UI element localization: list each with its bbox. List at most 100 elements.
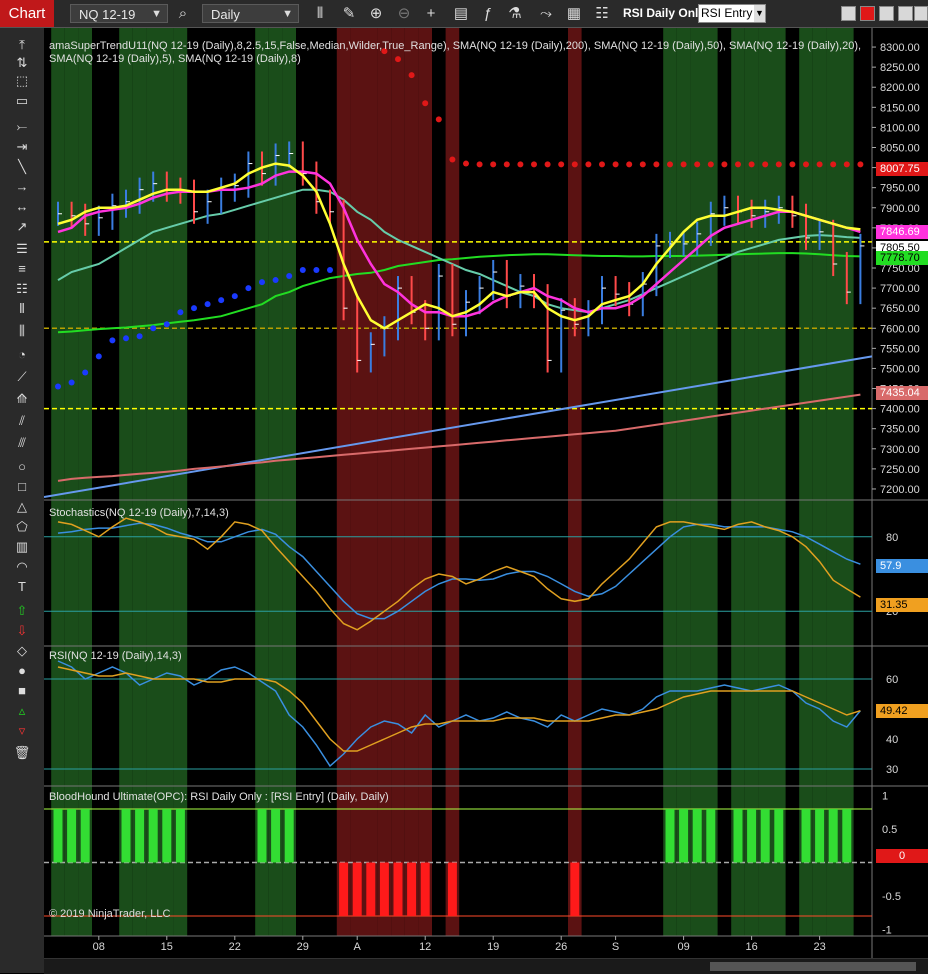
- date-axis-label: S: [612, 941, 619, 953]
- supertrend-dot: [259, 279, 265, 286]
- crosshair-icon[interactable]: +: [421, 4, 441, 24]
- andrews-pitchfork-icon[interactable]: ⟰: [12, 390, 32, 408]
- chart-toolbar: Chart NQ 12-19 ▼ ⌕ Daily ▼ ⫴ ✎ ⊕ ⊖ + ▤ ƒ…: [0, 0, 928, 28]
- supertrend-dot: [55, 383, 61, 390]
- bloodhound-signal-bar: [80, 809, 90, 863]
- supertrend-dot: [735, 161, 741, 168]
- diamond-icon[interactable]: ◇: [12, 642, 32, 660]
- supertrend-dot: [843, 161, 850, 168]
- search-icon[interactable]: ⌕: [173, 4, 193, 24]
- maximize-button[interactable]: [879, 6, 894, 21]
- supertrend-dot: [123, 335, 129, 342]
- instrument-selector[interactable]: NQ 12-19 ▼: [70, 4, 168, 23]
- arc-icon[interactable]: ◠: [12, 558, 32, 576]
- move-icon[interactable]: ⇅: [12, 54, 32, 72]
- bloodhound-axis-label: -1: [882, 924, 892, 936]
- ray-icon[interactable]: →: [12, 178, 32, 196]
- sma5-price-flag: 7846.69: [876, 225, 928, 239]
- gann-fan-icon[interactable]: ⟋: [12, 368, 32, 386]
- range-icon[interactable]: ▭: [12, 92, 32, 110]
- triangle-icon[interactable]: △: [12, 498, 32, 516]
- date-axis-label: 09: [677, 941, 689, 953]
- date-axis-label: 22: [229, 941, 241, 953]
- square-icon[interactable]: ■: [12, 682, 32, 700]
- arrow-up-icon[interactable]: ⇧: [12, 602, 32, 620]
- zoom-out-icon[interactable]: ⊖: [394, 4, 414, 24]
- bloodhound-signal-bar: [67, 809, 77, 863]
- chart-trader-icon[interactable]: ⤳: [536, 4, 556, 24]
- bloodhound-signal-bar: [774, 809, 784, 863]
- supertrend-dot: [775, 161, 782, 168]
- select-region-icon[interactable]: ⬚: [12, 72, 32, 90]
- restore-button[interactable]: [898, 6, 913, 21]
- chevron-down-icon: ▼: [754, 5, 765, 22]
- regression-channel-icon[interactable]: ⫻: [12, 434, 32, 452]
- fib-time-icon[interactable]: ⫼: [12, 322, 32, 340]
- strategy-select-value: RSI Entry: [701, 6, 753, 20]
- region-highlight-icon[interactable]: ▥: [12, 538, 32, 556]
- scrollbar-thumb[interactable]: [710, 962, 916, 971]
- chart-canvas[interactable]: 8300.00 8250.00 8200.00 8150.00 8100.00 8050.…: [44, 28, 928, 958]
- close-button[interactable]: [914, 6, 928, 21]
- record-button[interactable]: [860, 6, 875, 21]
- rsi-flag: 49.42: [876, 704, 928, 718]
- draw-icon[interactable]: ✎: [339, 4, 359, 24]
- supertrend-dot: [599, 161, 605, 168]
- polygon-icon[interactable]: ⬠: [12, 518, 32, 536]
- interval-selector[interactable]: Daily ▼: [202, 4, 299, 23]
- interval-label: Daily: [211, 7, 240, 22]
- minimize-button[interactable]: [841, 6, 856, 21]
- attach-icon[interactable]: ☷: [592, 4, 612, 24]
- supertrend-dot: [245, 285, 252, 292]
- price-axis-label: 7700.00: [880, 283, 920, 295]
- strategy-select[interactable]: RSI Entry ▼: [698, 4, 766, 23]
- fib-extension-icon[interactable]: ☷: [12, 280, 32, 298]
- arrow-down-icon[interactable]: ⇩: [12, 622, 32, 640]
- supertrend-dot: [463, 160, 469, 167]
- ellipse-icon[interactable]: ○: [12, 458, 32, 476]
- supertrend-dot: [435, 116, 442, 123]
- horizontal-scrollbar[interactable]: [44, 958, 928, 974]
- stochastics-k-flag: 31.35: [876, 598, 928, 612]
- line-icon[interactable]: ╲: [12, 158, 32, 176]
- vertical-line-icon[interactable]: ⦀: [12, 300, 32, 318]
- bloodhound-signal-bar: [447, 862, 457, 916]
- data-box-icon[interactable]: ▦: [564, 4, 584, 24]
- chart-tab[interactable]: Chart: [0, 0, 54, 27]
- trash-icon[interactable]: 🗑: [12, 744, 32, 762]
- fib-retracement-icon[interactable]: ≡: [12, 260, 32, 278]
- signal-band: [445, 28, 460, 936]
- pointer-icon[interactable]: ⤒: [12, 36, 32, 54]
- triangle-up-icon[interactable]: ▵: [12, 702, 32, 720]
- trend-channel-icon[interactable]: ⫽: [12, 412, 32, 430]
- stochastics-axis-label: 80: [886, 532, 898, 544]
- supertrend-dot: [218, 297, 225, 304]
- rectangle-icon[interactable]: □: [12, 478, 32, 496]
- supertrend-dot: [639, 161, 646, 168]
- price-axis-label: 7500.00: [880, 363, 920, 375]
- bar-type-icon[interactable]: ⫴: [310, 4, 330, 24]
- bloodhound-signal-bar: [257, 809, 267, 863]
- text-icon[interactable]: T: [12, 578, 32, 596]
- bloodhound-flag: 0: [876, 849, 928, 863]
- bloodhound-signal-bar: [760, 809, 770, 863]
- zoom-in-icon[interactable]: ⊕: [366, 4, 386, 24]
- supertrend-dot: [163, 321, 170, 328]
- dot-icon[interactable]: ●: [12, 662, 32, 680]
- date-axis-label: 19: [487, 941, 499, 953]
- strategies-icon[interactable]: ⚗: [505, 4, 525, 24]
- extended-line-icon[interactable]: ↔: [12, 198, 32, 216]
- arrow-line-icon[interactable]: ↗: [12, 218, 32, 236]
- supertrend-dot: [612, 161, 619, 168]
- indicators-icon[interactable]: ƒ: [478, 4, 498, 24]
- bloodhound-signal-bar: [747, 809, 757, 863]
- supertrend-dot: [136, 333, 143, 340]
- supertrend-dot: [286, 273, 293, 280]
- triangle-down-icon[interactable]: ▿: [12, 722, 32, 740]
- fib-circle-icon[interactable]: ◔: [12, 346, 32, 364]
- risk-reward-icon[interactable]: ⇥: [12, 138, 32, 156]
- properties-icon[interactable]: ▤: [451, 4, 471, 24]
- horizontal-line-icon[interactable]: ☰: [12, 240, 32, 258]
- instrument-label: NQ 12-19: [79, 7, 136, 22]
- ruler-icon[interactable]: ⤚: [12, 118, 32, 136]
